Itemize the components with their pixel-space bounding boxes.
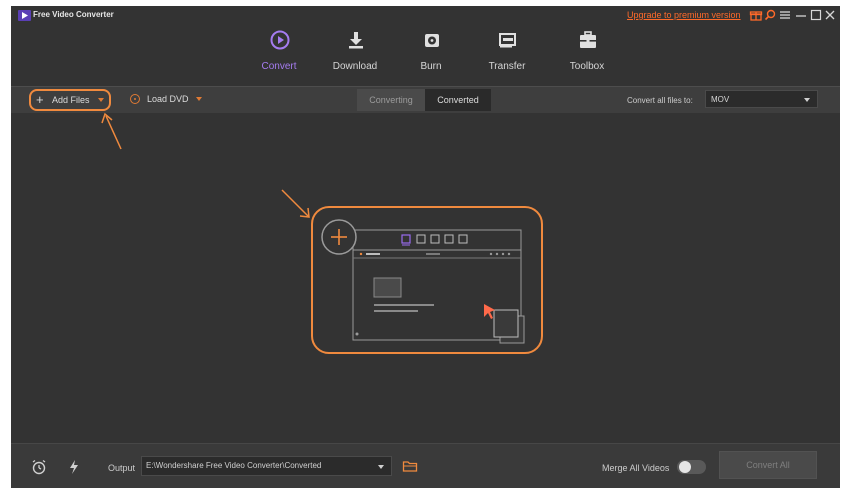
nav-transfer[interactable]: Transfer: [469, 26, 545, 86]
alarm-clock-icon[interactable]: [31, 459, 47, 475]
dvd-icon: [130, 94, 140, 104]
lightning-icon[interactable]: [66, 459, 82, 475]
nav-burn[interactable]: Burn: [393, 26, 469, 86]
app-window: Free Video Converter Upgrade to premium …: [11, 6, 840, 488]
title-bar: Free Video Converter Upgrade to premium …: [11, 6, 840, 26]
menu-icon[interactable]: [778, 8, 792, 22]
nav-toolbox-label: Toolbox: [569, 61, 605, 72]
close-icon[interactable]: [823, 8, 837, 22]
chevron-down-icon: [804, 98, 810, 102]
drop-files-graphic: [321, 219, 525, 344]
merge-all-videos-toggle[interactable]: [677, 460, 706, 474]
nav-download-label: Download: [332, 61, 378, 72]
output-format-select[interactable]: MOV: [705, 90, 818, 108]
folder-icon[interactable]: [402, 458, 418, 474]
load-dvd-label: Load DVD: [147, 94, 189, 104]
toolbar: + Add Files Load DVD Converting Converte…: [11, 86, 840, 113]
merge-all-videos-label: Merge All Videos: [602, 463, 670, 473]
output-path-select[interactable]: E:\Wondershare Free Video Converter\Conv…: [141, 456, 392, 476]
nav-convert-label: Convert: [261, 61, 297, 72]
add-files-dropdown-icon[interactable]: [98, 98, 104, 102]
add-files-illustration[interactable]: [311, 206, 543, 354]
main-nav: Convert Download Burn Transfer Toolbox: [11, 26, 840, 105]
app-logo-icon: [18, 10, 31, 21]
convert-all-files-label: Convert all files to:: [627, 96, 693, 105]
transfer-icon: [499, 33, 516, 48]
nav-download[interactable]: Download: [317, 26, 393, 86]
add-files-label: Add Files: [52, 95, 90, 105]
nav-burn-label: Burn: [420, 61, 442, 72]
tab-converting[interactable]: Converting: [357, 89, 425, 111]
app-title: Free Video Converter: [33, 10, 114, 19]
nav-toolbox[interactable]: Toolbox: [549, 26, 625, 86]
maximize-icon[interactable]: [809, 8, 823, 22]
gift-icon[interactable]: [749, 8, 763, 22]
burn-icon: [425, 34, 439, 47]
drop-area[interactable]: [11, 113, 840, 443]
convert-all-button[interactable]: Convert All: [719, 451, 817, 479]
chevron-down-icon: [378, 465, 384, 469]
search-icon[interactable]: [763, 8, 777, 22]
output-path-value: E:\Wondershare Free Video Converter\Conv…: [146, 461, 322, 470]
tab-converted[interactable]: Converted: [425, 89, 491, 111]
load-dvd-button[interactable]: Load DVD: [130, 93, 205, 107]
minimize-icon[interactable]: [794, 8, 808, 22]
convert-icon: [270, 30, 290, 50]
plus-icon: +: [36, 92, 44, 107]
annotation-arrow-illustration: [281, 189, 310, 218]
load-dvd-dropdown-icon[interactable]: [196, 97, 202, 101]
nav-transfer-label: Transfer: [488, 61, 526, 72]
output-format-value: MOV: [711, 95, 730, 104]
annotation-arrow-add-files: [101, 112, 122, 150]
nav-convert[interactable]: Convert: [241, 26, 317, 86]
toolbox-icon: [580, 31, 596, 48]
download-icon: [349, 32, 363, 49]
upgrade-link[interactable]: Upgrade to premium version: [627, 10, 741, 20]
toggle-knob: [679, 461, 691, 473]
bottom-bar: Output E:\Wondershare Free Video Convert…: [11, 443, 840, 488]
output-label: Output: [108, 463, 136, 473]
